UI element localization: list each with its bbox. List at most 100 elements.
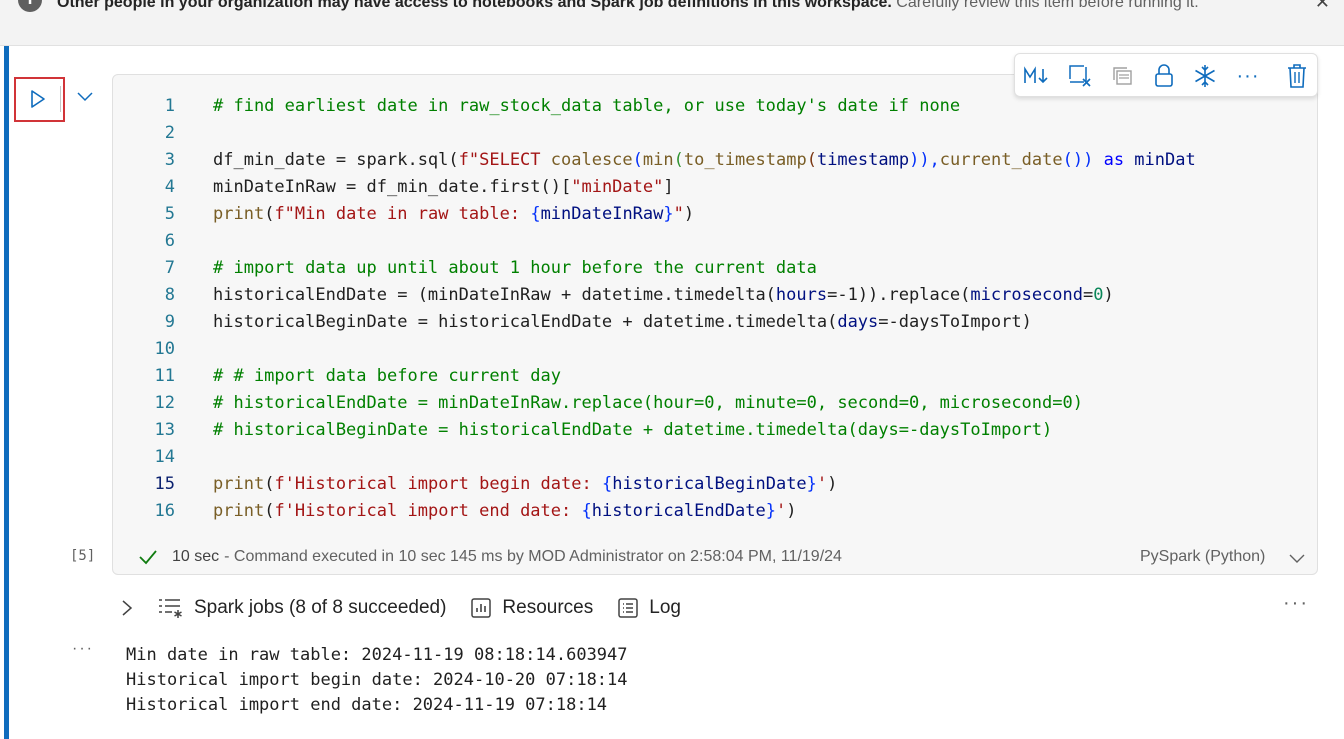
- code-token: (: [264, 474, 275, 494]
- code-token: ": [673, 204, 684, 224]
- warning-banner: i Other people in your organization may …: [0, 0, 1344, 46]
- code-line: 13 # historicalBeginDate = historicalEndD…: [113, 417, 1317, 444]
- code-token: coalesce: [550, 150, 633, 170]
- code-token: f"SELECT: [458, 150, 551, 170]
- code-token: historicalEndDate = (minDateInRaw + date…: [213, 285, 776, 305]
- execution-count: [5]: [70, 548, 96, 564]
- code-token: (: [673, 150, 684, 170]
- more-options-icon[interactable]: ···: [1283, 592, 1309, 615]
- log-tab[interactable]: Log: [617, 597, 681, 619]
- code-comment: # find earliest date in raw_stock_data t…: [213, 96, 961, 116]
- code-token: (: [806, 150, 817, 170]
- code-token: ): [683, 204, 695, 224]
- code-token: print: [213, 474, 265, 494]
- close-icon[interactable]: ✕: [1315, 0, 1330, 13]
- code-token: f"Min date in raw table:: [274, 204, 531, 224]
- log-label: Log: [649, 597, 681, 618]
- status-duration: 10 sec: [172, 548, 220, 565]
- code-cell[interactable]: 1 # find earliest date in raw_stock_data …: [112, 74, 1318, 575]
- resources-label: Resources: [502, 597, 594, 618]
- cell-output: Min date in raw table: 2024-11-19 08:18:…: [126, 643, 628, 718]
- code-token: ]: [663, 177, 674, 197]
- code-token: microsecond: [970, 285, 1083, 305]
- banner-message: Other people in your organization may ha…: [57, 0, 1317, 15]
- code-token: {: [601, 474, 613, 494]
- code-token: "minDate": [571, 177, 664, 197]
- active-cell-indicator: [4, 46, 9, 739]
- code-line: 11 # # import data before current day: [113, 363, 1317, 390]
- code-line: 16 print(f'Historical import end date: {h…: [113, 498, 1317, 525]
- code-line: 10: [113, 336, 1317, 363]
- cell-toolbar: ···: [1014, 53, 1318, 97]
- code-line: 7 # import data up until about 1 hour bef…: [113, 255, 1317, 282]
- code-token: =-1)).replace(: [827, 285, 971, 305]
- code-token: )),: [909, 150, 940, 170]
- code-token: ': [816, 474, 828, 494]
- more-options-icon[interactable]: ···: [1234, 62, 1262, 90]
- freeze-icon[interactable]: [1191, 62, 1219, 90]
- code-line: 2: [113, 120, 1317, 147]
- output-line: Min date in raw table: 2024-11-19 08:18:…: [126, 645, 628, 665]
- run-cell-button[interactable]: [14, 77, 65, 122]
- output-more-icon[interactable]: ···: [72, 640, 94, 658]
- chevron-down-icon[interactable]: [1289, 552, 1305, 566]
- code-line: 1 # find earliest date in raw_stock_data …: [113, 93, 1317, 120]
- chevron-down-icon[interactable]: [76, 88, 94, 106]
- spark-jobs-label: Spark jobs (8 of 8 succeeded): [194, 597, 447, 618]
- spark-jobs-toggle[interactable]: Spark jobs (8 of 8 succeeded): [120, 597, 446, 619]
- code-token: minDat: [1124, 150, 1196, 170]
- code-token: ): [786, 501, 797, 521]
- line-number: 8: [164, 285, 175, 305]
- code-token: timestamp: [816, 150, 910, 170]
- line-number: 5: [164, 204, 175, 224]
- code-comment: # # import data before current day: [213, 366, 561, 386]
- play-icon: [31, 90, 45, 108]
- clear-output-icon[interactable]: [1066, 62, 1094, 90]
- code-token: }: [663, 204, 674, 224]
- output-line: Historical import end date: 2024-11-19 0…: [126, 695, 608, 715]
- code-token: df_min_date = spark.sql(: [213, 150, 459, 170]
- code-line: 9 historicalBeginDate = historicalEndDate…: [113, 309, 1317, 336]
- code-token: =: [1083, 285, 1094, 305]
- code-editor[interactable]: 1 # find earliest date in raw_stock_data …: [113, 93, 1317, 525]
- delete-icon[interactable]: [1283, 62, 1311, 90]
- code-token: (: [632, 150, 643, 170]
- code-token: }: [765, 501, 776, 521]
- code-token: days: [837, 312, 879, 332]
- banner-bold-text: Other people in your organization may ha…: [57, 0, 892, 11]
- line-number: 11: [154, 366, 175, 386]
- code-token: {: [581, 501, 592, 521]
- code-token: ()): [1062, 150, 1104, 170]
- code-line: 12 # historicalEndDate = minDateInRaw.rep…: [113, 390, 1317, 417]
- output-line: Historical import begin date: 2024-10-20…: [126, 670, 628, 690]
- language-selector[interactable]: PySpark (Python): [1140, 548, 1265, 566]
- line-number: 4: [164, 177, 175, 197]
- execution-status: 10 sec - Command executed in 10 sec 145 …: [138, 548, 842, 566]
- run-divider: [60, 86, 61, 112]
- code-token: ): [827, 474, 838, 494]
- code-token: 0: [1093, 285, 1104, 305]
- line-number: 1: [164, 96, 175, 116]
- line-number: 12: [154, 393, 175, 413]
- code-line: 15 print(f'Historical import begin date: …: [113, 471, 1317, 498]
- markdown-toggle-icon[interactable]: [1023, 62, 1051, 90]
- line-number: 14: [154, 447, 175, 467]
- line-number: 15: [154, 474, 175, 494]
- code-token: f'Historical import end date:: [274, 501, 582, 521]
- line-number: 16: [154, 501, 175, 521]
- line-number: 7: [164, 258, 175, 278]
- lock-icon[interactable]: [1150, 62, 1178, 90]
- copy-cell-icon: [1108, 62, 1136, 90]
- resources-tab[interactable]: Resources: [470, 597, 593, 619]
- spark-jobs-bar: Spark jobs (8 of 8 succeeded) Resources …: [120, 594, 705, 622]
- code-token: {: [530, 204, 541, 224]
- code-token: f'Historical import begin date:: [274, 474, 602, 494]
- code-token: minDateInRaw: [540, 204, 664, 224]
- code-line: 6: [113, 228, 1317, 255]
- code-token: (: [264, 501, 275, 521]
- code-comment: # historicalBeginDate = historicalEndDat…: [213, 420, 1053, 440]
- line-number: 10: [154, 339, 175, 359]
- code-token: current_date: [939, 150, 1063, 170]
- line-number: 2: [164, 123, 175, 143]
- checkmark-icon: [139, 550, 157, 565]
